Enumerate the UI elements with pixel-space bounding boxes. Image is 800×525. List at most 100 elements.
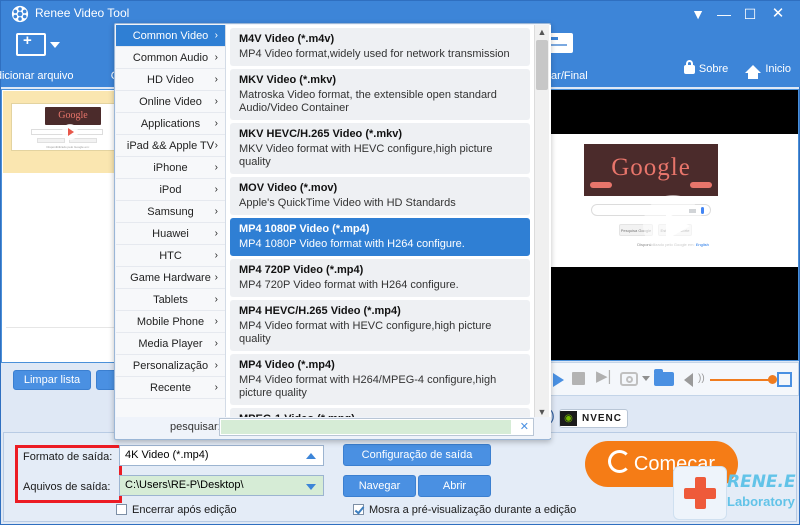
camera-icon[interactable]	[620, 372, 638, 386]
output-format-select[interactable]: 4K Video (*.mp4)	[119, 445, 324, 466]
search-label: pesquisar:	[170, 421, 221, 433]
play-overlay-icon[interactable]	[643, 195, 703, 255]
maximize-button[interactable]: ☐	[739, 5, 761, 23]
format-category-common-audio[interactable]: Common Audio ›	[116, 47, 225, 69]
format-option[interactable]: MOV Video (*.mov) Apple's QuickTime Video…	[230, 177, 530, 215]
output-path-value: C:\Users\RE-P\Desktop\	[125, 479, 244, 491]
collapse-icon[interactable]: ▼	[687, 5, 709, 23]
format-list-scrollarea[interactable]: M4V Video (*.m4v) MP4 Video format,widely…	[226, 25, 551, 419]
file-thumbnail: Google Disponibilizado pelo Google em:	[11, 103, 121, 151]
format-category-tablets[interactable]: Tablets ›	[116, 289, 225, 311]
output-files-label: Aquivos de saída:	[23, 481, 111, 493]
category-label: Recente	[150, 382, 191, 394]
about-link[interactable]: Sobre	[683, 59, 729, 76]
search-input[interactable]	[221, 420, 511, 434]
chevron-right-icon: ›	[214, 184, 218, 195]
format-category-ipad-apple-tv[interactable]: iPad && Apple TV ›	[116, 135, 225, 157]
format-category-recente[interactable]: Recente ›	[116, 377, 225, 399]
category-label: Samsung	[147, 206, 194, 218]
main-window: Renee Video Tool ▼ — ☐ ✕ Adicionar arqui…	[0, 0, 800, 525]
format-category-personaliza-o[interactable]: Personalização ›	[116, 355, 225, 377]
clear-list-button[interactable]: Limpar lista	[13, 370, 91, 390]
play-icon[interactable]	[553, 373, 564, 387]
format-category-applications[interactable]: Applications ›	[116, 113, 225, 135]
format-option[interactable]: MP4 HEVC/H.265 Video (*.mp4) MP4 Video fo…	[230, 300, 530, 351]
format-category-common-video[interactable]: Common Video ›	[116, 25, 225, 47]
stop-icon[interactable]	[572, 372, 585, 385]
category-label: Game Hardware	[130, 272, 211, 284]
volume-waves-icon: ))	[698, 373, 705, 384]
format-category-iphone[interactable]: iPhone ›	[116, 157, 225, 179]
show-preview-checkbox[interactable]: Mosra a pré-visualização durante a ediçã…	[353, 504, 576, 516]
checkbox-box[interactable]	[353, 504, 364, 515]
fullscreen-icon[interactable]	[777, 372, 792, 387]
browse-button[interactable]: Navegar	[343, 475, 416, 497]
volume-icon[interactable]	[684, 373, 693, 387]
format-option-description: MP4 Video format with H264/MPEG-4 config…	[239, 374, 497, 399]
watermark-line1: RENE.E	[727, 472, 796, 492]
format-dropdown-popup: Common Video › Common Audio › HD Video › Onlin…	[114, 23, 551, 440]
close-after-edit-label: Encerrar após edição	[132, 504, 237, 516]
format-category-huawei[interactable]: Huawei ›	[116, 223, 225, 245]
file-list-item[interactable]: Google Disponibilizado pelo Google em:	[3, 91, 130, 173]
thumbnail-doodle: Google	[45, 107, 101, 125]
format-category-htc[interactable]: HTC ›	[116, 245, 225, 267]
chevron-right-icon: ›	[214, 294, 218, 305]
format-category-game-hardware[interactable]: Game Hardware ›	[116, 267, 225, 289]
video-preview[interactable]: Google Pesquisa Google Estou com sorte D…	[547, 89, 799, 361]
chevron-right-icon: ›	[214, 360, 218, 371]
clear-icon[interactable]: ✕	[520, 420, 529, 433]
chevron-right-icon: ›	[214, 338, 218, 349]
chevron-right-icon: ›	[214, 316, 218, 327]
volume-slider-handle[interactable]	[768, 375, 777, 384]
format-option[interactable]: MP4 Video (*.mp4) MP4 Video format with H…	[230, 354, 530, 405]
home-link[interactable]: Inicio	[745, 63, 791, 80]
format-option[interactable]: MP4 1080P Video (*.mp4) MP4 1080P Video f…	[230, 218, 530, 256]
next-frame-icon[interactable]: ▶|	[596, 367, 611, 385]
chevron-right-icon: ›	[214, 74, 218, 85]
minimize-button[interactable]: —	[713, 5, 735, 23]
close-after-edit-checkbox[interactable]: Encerrar após edição	[116, 504, 237, 516]
format-option-description: MKV Video format with HEVC configure,hig…	[239, 143, 493, 168]
folder-icon[interactable]	[654, 369, 674, 386]
format-option[interactable]: MP4 720P Video (*.mp4) MP4 720P Video for…	[230, 259, 530, 297]
volume-slider[interactable]	[710, 379, 774, 381]
format-category-ipod[interactable]: iPod ›	[116, 179, 225, 201]
format-option-title: MP4 1080P Video (*.mp4)	[239, 223, 370, 235]
output-format-value: 4K Video (*.mp4)	[125, 449, 209, 461]
scroll-up-icon[interactable]: ▲	[535, 25, 549, 39]
chevron-right-icon: ›	[214, 30, 218, 41]
watermark: RENE.E Laboratory	[673, 464, 796, 520]
open-button[interactable]: Abrir	[418, 475, 491, 497]
format-list-scrollbar[interactable]: ▲ ▼	[534, 25, 549, 419]
chevron-right-icon: ›	[214, 206, 218, 217]
format-option-title: MP4 HEVC/H.265 Video (*.mp4)	[239, 305, 401, 317]
scrollbar-thumb[interactable]	[536, 40, 548, 90]
checkbox-box[interactable]	[116, 504, 127, 515]
category-label: Common Audio	[132, 52, 209, 64]
doodle-decoration-left	[590, 182, 612, 188]
format-option[interactable]: M4V Video (*.m4v) MP4 Video format,widely…	[230, 28, 530, 66]
chevron-down-icon[interactable]	[642, 376, 650, 381]
search-field[interactable]: ✕	[219, 418, 534, 436]
format-option[interactable]: MKV Video (*.mkv) Matroska Video format, …	[230, 69, 530, 120]
format-category-mobile-phone[interactable]: Mobile Phone ›	[116, 311, 225, 333]
about-label: Sobre	[698, 63, 729, 76]
file-list-panel[interactable]: Google Disponibilizado pelo Google em:	[1, 89, 130, 363]
format-option[interactable]: MKV HEVC/H.265 Video (*.mkv) MKV Video fo…	[230, 123, 530, 174]
format-category-hd-video[interactable]: HD Video ›	[116, 69, 225, 91]
output-config-button[interactable]: Configuração de saída	[343, 444, 491, 466]
output-path-select[interactable]: C:\Users\RE-P\Desktop\	[119, 475, 324, 496]
format-category-samsung[interactable]: Samsung ›	[116, 201, 225, 223]
chevron-right-icon: ›	[214, 118, 218, 129]
category-label: Personalização	[132, 360, 209, 372]
format-option-title: MOV Video (*.mov)	[239, 182, 338, 194]
format-category-online-video[interactable]: Online Video ›	[116, 91, 225, 113]
format-option-title: MKV HEVC/H.265 Video (*.mkv)	[239, 128, 403, 140]
category-label: HTC	[159, 250, 182, 262]
close-button[interactable]: ✕	[767, 5, 789, 23]
format-category-media-player[interactable]: Media Player ›	[116, 333, 225, 355]
format-search-row: pesquisar: ✕	[116, 417, 551, 438]
window-title: Renee Video Tool	[35, 6, 130, 20]
refresh-circle-icon	[607, 450, 631, 473]
